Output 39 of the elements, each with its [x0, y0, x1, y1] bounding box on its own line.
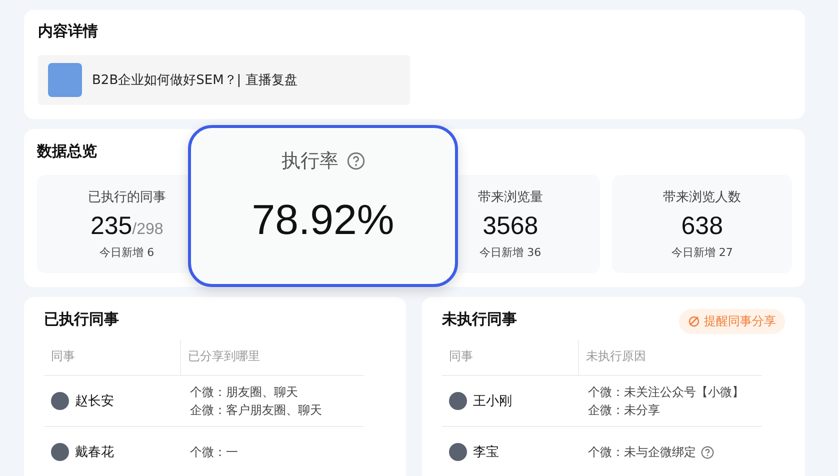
stat-label: 带来浏览量: [478, 189, 543, 206]
content-title: B2B企业如何做好SEM？| 直播复盘: [92, 72, 298, 89]
stat-value: 638: [681, 212, 723, 240]
section-title: 已执行同事: [44, 310, 119, 329]
section-title: 未执行同事: [442, 310, 517, 329]
help-icon[interactable]: [701, 446, 714, 458]
colleague-name: 戴春花: [75, 444, 114, 461]
avatar: [449, 392, 467, 410]
stat-label: 已执行的同事: [88, 189, 166, 206]
section-title: 数据总览: [37, 142, 97, 161]
help-icon[interactable]: [346, 152, 364, 170]
column-header: 已分享到哪里: [180, 340, 364, 375]
share-detail: 个微：朋友圈、聊天: [190, 384, 298, 400]
stat-value: 3568: [482, 212, 538, 240]
popup-label: 执行率: [282, 149, 338, 174]
stat-value: 235: [90, 212, 132, 240]
today-increase: 今日新增 6: [100, 245, 154, 260]
content-item[interactable]: B2B企业如何做好SEM？| 直播复盘: [38, 55, 410, 105]
avatar: [51, 392, 69, 410]
stat-total: /298: [132, 221, 164, 238]
share-detail: 企微：客户朋友圈、聊天: [190, 402, 322, 418]
today-increase: 今日新增 27: [671, 245, 733, 260]
stat-label: 带来浏览人数: [663, 189, 742, 206]
share-detail: 个微：一: [190, 444, 238, 460]
colleague-name: 李宝: [473, 444, 499, 461]
share-detail: 企微：未分享: [588, 402, 660, 418]
avatar: [51, 443, 69, 461]
today-increase: 今日新增 36: [480, 245, 542, 260]
share-detail: 个微：未与企微绑定: [588, 444, 696, 460]
section-title: 内容详情: [38, 22, 98, 41]
colleague-name: 赵长安: [75, 393, 114, 410]
avatar: [449, 443, 467, 461]
column-header: 未执行原因: [578, 340, 762, 375]
column-header: 同事: [50, 348, 76, 365]
thumbnail-placeholder: [48, 63, 82, 97]
column-header: 同事: [448, 348, 474, 365]
rate-value: 78.92%: [252, 196, 394, 244]
share-detail: 个微：未关注公众号【小微】: [588, 384, 744, 400]
colleague-name: 王小刚: [473, 393, 512, 410]
